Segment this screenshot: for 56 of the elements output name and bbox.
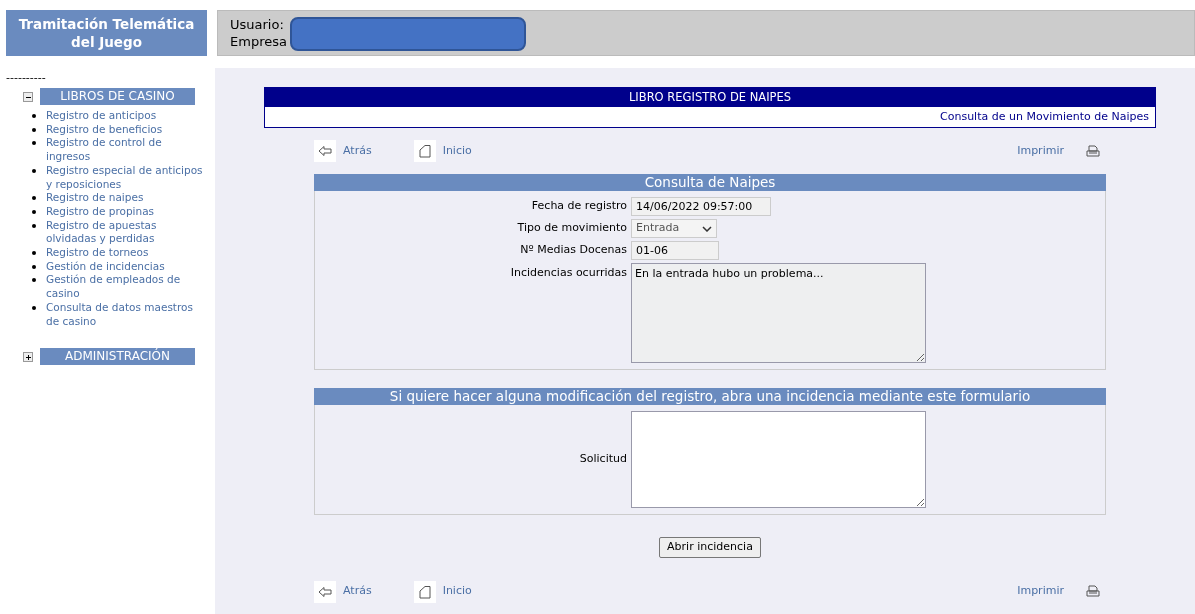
- bullet-icon: [32, 168, 36, 173]
- date-field: 14/06/2022 09:57:00: [631, 197, 771, 216]
- home-icon[interactable]: [413, 580, 436, 603]
- menu-link[interactable]: Registro de anticipos: [46, 109, 206, 123]
- bullet-icon: [32, 251, 36, 256]
- field-label: Incidencias ocurridas: [509, 265, 628, 281]
- panel-header: Consulta de Naipes: [314, 174, 1106, 191]
- back-link[interactable]: Atrás: [343, 583, 372, 600]
- bullet-icon: [32, 278, 36, 283]
- field-label: Fecha de registro: [530, 198, 628, 215]
- page-banner: LIBRO REGISTRO DE NAIPES: [264, 87, 1156, 107]
- bullet-icon: [32, 127, 36, 132]
- menu-link[interactable]: Gestión de incidencias: [46, 259, 206, 274]
- field-label: Tipo de movimiento: [516, 220, 628, 237]
- chevron-icon: [702, 225, 712, 232]
- back-link[interactable]: Atrás: [343, 142, 372, 160]
- text-area[interactable]: En la entrada hubo un problema...: [631, 263, 926, 363]
- user-label: Usuario:: [230, 16, 285, 33]
- menu-link[interactable]: Registro de beneficios: [46, 122, 206, 137]
- bullet-icon: [32, 305, 36, 310]
- home-icon[interactable]: [413, 140, 436, 162]
- expand-icon[interactable]: [23, 351, 33, 362]
- dropdown[interactable]: Entrada: [631, 219, 717, 238]
- menu-link[interactable]: Registro de apuestas olvidadas y perdidas: [46, 218, 206, 247]
- menu-group-header[interactable]: LIBROS DE CASINO: [40, 88, 195, 105]
- menu-link[interactable]: Consulta de datos maestros de casino: [46, 300, 206, 329]
- home-link[interactable]: Inicio: [442, 142, 472, 160]
- home-link[interactable]: Inicio: [442, 583, 472, 600]
- printer-icon[interactable]: [1086, 585, 1100, 598]
- bullet-icon: [32, 209, 36, 214]
- bullet-icon: [32, 223, 36, 228]
- menu-link[interactable]: Registro especial de anticipos y reposiciones: [46, 163, 206, 192]
- collapse-icon[interactable]: [23, 91, 33, 102]
- text-area[interactable]: [631, 411, 926, 508]
- printer-icon[interactable]: [1086, 144, 1100, 158]
- menu-group-header[interactable]: ADMINISTRACIÓN: [40, 348, 195, 366]
- page-subtitle: Consulta de un Movimiento de Naipes: [264, 107, 1156, 128]
- print-link[interactable]: Imprimir: [1017, 142, 1064, 160]
- bullet-icon: [32, 141, 36, 146]
- company-label: Empresa: [230, 33, 288, 50]
- menu-link[interactable]: Registro de control de ingresos: [46, 136, 206, 164]
- menu-link[interactable]: Registro de naipes: [46, 191, 206, 205]
- menu-link[interactable]: Gestión de empleados de casino: [46, 273, 206, 301]
- separator-text: ----------: [6, 72, 47, 84]
- field-label: Solicitud: [578, 451, 628, 468]
- open-incident-button[interactable]: Abrir incidencia: [659, 537, 761, 558]
- dropdown-value: Entrada: [636, 220, 680, 237]
- app-title: Tramitación Telemática del Juego: [6, 10, 207, 56]
- bullet-icon: [32, 196, 36, 201]
- menu-link[interactable]: Registro de propinas: [46, 204, 206, 219]
- panel-header: Si quiere hacer alguna modificación del registro, abra una incidencia mediante este formulario: [314, 388, 1106, 405]
- bullet-icon: [32, 264, 36, 269]
- field-label: Nº Medias Docenas: [519, 242, 628, 259]
- print-link[interactable]: Imprimir: [1017, 583, 1064, 600]
- bullet-icon: [32, 114, 36, 118]
- menu-link[interactable]: Registro de torneos: [46, 246, 206, 260]
